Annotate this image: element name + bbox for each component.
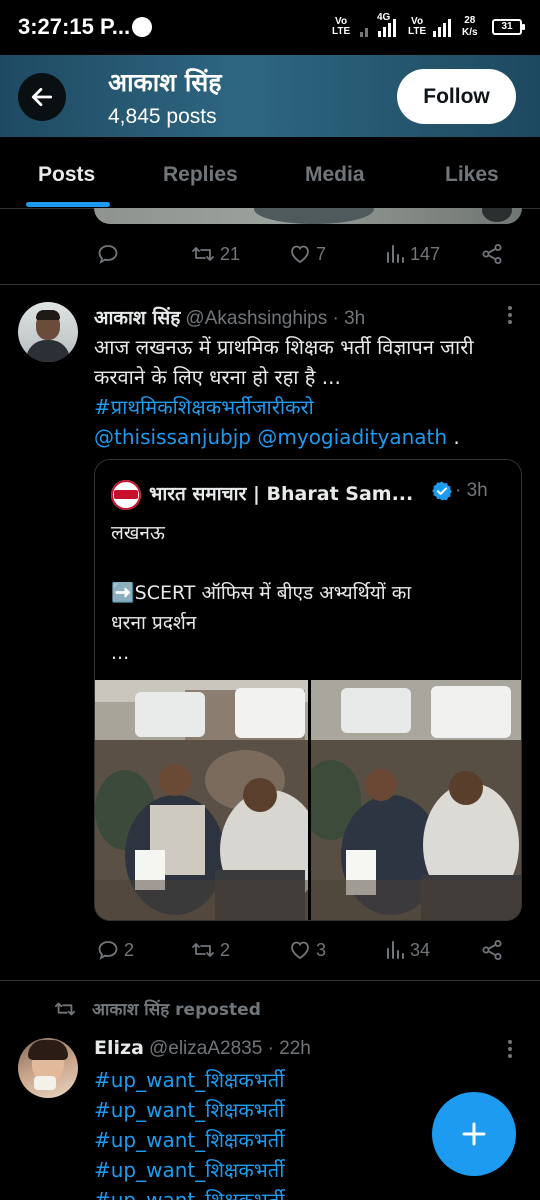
- reply-icon: [98, 941, 118, 960]
- hashtag-link[interactable]: #up_want_शिक्षकभर्ती: [94, 1155, 424, 1185]
- tweet-handle-time: @Akashsinghips · 3h: [185, 308, 366, 329]
- tab-posts[interactable]: Posts: [38, 163, 95, 187]
- quoted-author-avatar: [111, 480, 141, 510]
- reply-button[interactable]: [96, 242, 124, 266]
- quoted-tweet[interactable]: भारत समाचार | Bharat Sam... · 3h लखनऊ ➡️…: [94, 459, 522, 921]
- views-button[interactable]: 147: [384, 242, 440, 266]
- more-options-button[interactable]: [500, 304, 520, 330]
- repost-handle-time: @elizaA2835 · 22h: [148, 1038, 311, 1059]
- views-icon: [387, 245, 404, 263]
- like-button[interactable]: 3: [288, 938, 326, 962]
- repost-label[interactable]: आकाश सिंह reposted: [92, 997, 261, 1020]
- mention-link[interactable]: @myogiadityanath: [257, 425, 447, 449]
- divider: [0, 284, 540, 285]
- verified-icon: [432, 481, 452, 501]
- quoted-media[interactable]: [95, 680, 521, 920]
- repost-author-avatar[interactable]: [18, 1038, 78, 1098]
- follow-button[interactable]: Follow: [397, 69, 516, 124]
- tab-replies[interactable]: Replies: [163, 163, 238, 187]
- repost-tweet-header: Eliza @elizaA2835 · 22h: [94, 1037, 311, 1060]
- repost-tweet-text: #up_want_शिक्षकभर्ती #up_want_शिक्षकभर्त…: [94, 1065, 424, 1185]
- quoted-time: · 3h: [455, 480, 488, 501]
- repost-icon: [192, 247, 214, 261]
- quoted-text-line: ...: [111, 642, 130, 664]
- quoted-text-line: लखनऊ: [111, 522, 165, 544]
- status-bar: 3:27:15 P... Vo LTE 4G Vo LTE 28 K/s 31: [0, 0, 540, 55]
- tweet-text-trailing: .: [447, 425, 460, 449]
- like-count: 7: [316, 243, 327, 264]
- hashtag-link[interactable]: #up_want_शिक्षकभर्ती: [94, 1125, 424, 1155]
- repost-icon: [192, 943, 214, 957]
- tweet-header: आकाश सिंह @Akashsinghips · 3h: [94, 304, 365, 330]
- more-icon: [508, 306, 512, 324]
- quoted-text-line: धरना प्रदर्शन: [111, 612, 197, 634]
- repost-indicator: आकाश सिंह reposted: [52, 997, 261, 1020]
- tab-media[interactable]: Media: [305, 163, 365, 187]
- tweet-text-line: आज लखनऊ में प्राथमिक शिक्षक भर्ती विज्ञा…: [94, 335, 474, 359]
- share-button[interactable]: [480, 938, 504, 962]
- volte-icon: Vo LTE: [332, 16, 351, 37]
- quoted-text: लखनऊ ➡️SCERT ऑफिस में बीएड अभ्यर्थियों क…: [111, 518, 511, 668]
- heart-icon: [291, 245, 309, 264]
- reply-button[interactable]: 2: [96, 938, 134, 962]
- divider: [0, 980, 540, 981]
- signal-bars-icon: [378, 17, 396, 37]
- more-options-button[interactable]: [500, 1038, 520, 1064]
- tweet-text-line: करवाने के लिए धरना हो रहा है ...: [94, 365, 341, 389]
- repost-button[interactable]: 21: [190, 242, 240, 266]
- plus-icon: [462, 1122, 486, 1146]
- repost-tweet-text-cut: #up_want_शिक्षकभर्ती: [94, 1185, 424, 1200]
- hashtag-link[interactable]: #प्राथमिकशिक्षकभर्तीजारीकरो: [94, 392, 524, 422]
- active-tab-indicator: [26, 202, 110, 207]
- share-icon: [482, 244, 502, 264]
- like-button[interactable]: 7: [288, 242, 326, 266]
- signal-bars-icon: [360, 17, 368, 37]
- repost-icon: [54, 1002, 76, 1015]
- views-button[interactable]: 34: [384, 938, 430, 962]
- hashtag-link[interactable]: #up_want_शिक्षकभर्ती: [94, 1065, 424, 1095]
- photo-protest-right[interactable]: [310, 680, 521, 920]
- tweet-author-name[interactable]: आकाश सिंह: [94, 307, 180, 329]
- tweet-author-avatar[interactable]: [18, 302, 78, 362]
- photo-protest-left[interactable]: [95, 680, 308, 920]
- signal-bars-icon: [433, 17, 451, 37]
- mention-link[interactable]: @thisissanjubjp: [94, 425, 251, 449]
- volte-icon: Vo LTE: [408, 16, 427, 37]
- repost-author-name[interactable]: Eliza: [94, 1037, 144, 1059]
- status-time: 3:27:15 P...: [18, 14, 131, 39]
- quoted-author-name: भारत समाचार | Bharat Sam...: [149, 483, 414, 505]
- quoted-text-line: ➡️SCERT ऑफिस में बीएड अभ्यर्थियों का: [111, 582, 412, 604]
- heart-icon: [291, 941, 309, 960]
- views-count: 34: [410, 939, 431, 960]
- battery-icon: 31: [492, 19, 525, 35]
- tab-likes[interactable]: Likes: [445, 163, 499, 187]
- hashtag-link[interactable]: #up_want_शिक्षकभर्ती: [94, 1185, 424, 1200]
- network-speed: 28 K/s: [462, 15, 478, 38]
- profile-tabs: Posts Replies Media Likes: [0, 137, 540, 209]
- header-posts-count: 4,845 posts: [108, 105, 217, 128]
- back-button[interactable]: [18, 73, 66, 121]
- profile-header: आकाश सिंह 4,845 posts Follow: [0, 55, 540, 137]
- share-icon: [482, 940, 502, 960]
- repost-count: 2: [220, 939, 231, 960]
- like-count: 3: [316, 939, 327, 960]
- more-icon: [508, 1040, 512, 1058]
- tweet-text: आज लखनऊ में प्राथमिक शिक्षक भर्ती विज्ञा…: [94, 332, 524, 452]
- views-count: 147: [410, 243, 441, 264]
- share-button[interactable]: [480, 242, 504, 266]
- repost-button[interactable]: 2: [190, 938, 230, 962]
- reply-icon: [98, 245, 118, 264]
- repost-count: 21: [220, 243, 241, 264]
- hashtag-link[interactable]: #up_want_शिक्षकभर्ती: [94, 1095, 424, 1125]
- reply-count: 2: [124, 939, 135, 960]
- notification-dot-icon: [132, 17, 152, 37]
- previous-tweet-media[interactable]: [94, 208, 522, 224]
- arrow-left-icon: [31, 88, 53, 106]
- views-icon: [387, 941, 404, 959]
- header-name: आकाश सिंह: [108, 68, 222, 97]
- compose-button[interactable]: [432, 1092, 516, 1176]
